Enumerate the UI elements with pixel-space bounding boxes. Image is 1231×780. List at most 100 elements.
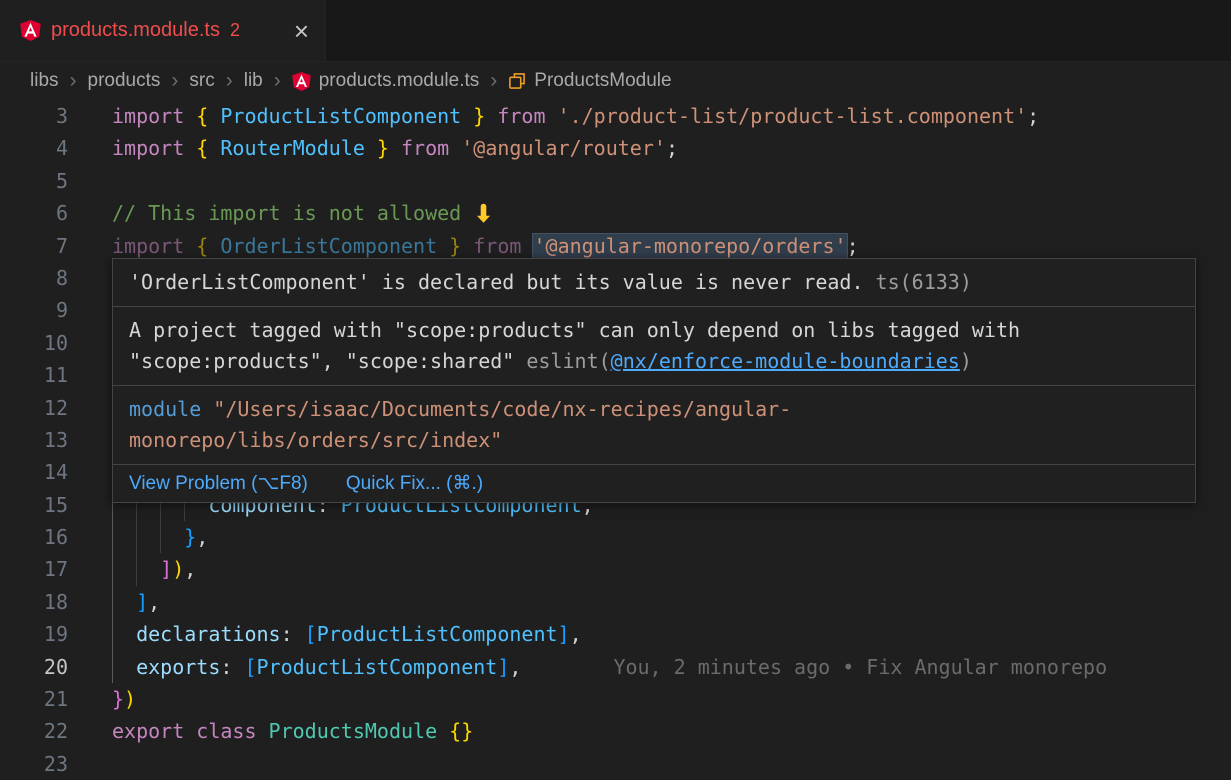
code-content[interactable]: import { RouterModule } from '@angular/r… xyxy=(96,132,1231,164)
code-token: ) xyxy=(172,557,184,581)
line-number: 8 xyxy=(0,262,96,294)
code-token: from xyxy=(497,104,557,128)
breadcrumb-item-symbol[interactable]: ProductsModule xyxy=(508,70,671,92)
code-content[interactable]: }) xyxy=(96,683,1231,715)
code-token: ProductListComponent xyxy=(220,104,461,128)
breadcrumb-item-libs[interactable]: libs xyxy=(30,70,59,92)
code-line: 20exports: [ProductListComponent],You, 2… xyxy=(0,651,1231,683)
code-content[interactable]: export class ProductsModule {} xyxy=(96,715,1231,747)
code-token: ProductsModule xyxy=(269,719,450,743)
line-number: 12 xyxy=(0,392,96,424)
line-number: 21 xyxy=(0,683,96,715)
line-number: 11 xyxy=(0,359,96,391)
chevron-right-icon: › xyxy=(70,69,77,93)
code-line: 5 xyxy=(0,165,1231,197)
breadcrumb-label: lib xyxy=(244,70,263,92)
code-token: ] xyxy=(160,557,172,581)
chevron-right-icon: › xyxy=(226,69,233,93)
tab-bar: products.module.ts 2 × xyxy=(0,0,1231,62)
code-line: 22export class ProductsModule {} xyxy=(0,715,1231,747)
line-number: 18 xyxy=(0,586,96,618)
code-token: , xyxy=(196,525,208,549)
code-content[interactable]: // This import is not allowed xyxy=(96,197,1231,229)
code-token: "/Users/isaac/Documents/code/nx-recipes/… xyxy=(213,397,791,421)
code-token: A project tagged with "scope:products" c… xyxy=(129,318,1020,342)
code-token: } xyxy=(461,104,497,128)
line-number: 5 xyxy=(0,165,96,197)
code-line: 4import { RouterModule } from '@angular/… xyxy=(0,132,1231,164)
close-icon[interactable]: × xyxy=(294,18,309,44)
code-token: { xyxy=(196,136,220,160)
view-problem-button[interactable]: View Problem (⌥F8) xyxy=(129,472,308,495)
code-token: import xyxy=(112,136,196,160)
code-line: 6// This import is not allowed xyxy=(0,197,1231,229)
line-number: 3 xyxy=(0,100,96,132)
code-content[interactable] xyxy=(96,748,1231,780)
code-token: './product-list/product-list.component' xyxy=(558,104,1028,128)
code-token: // This import is not allowed xyxy=(112,201,473,225)
code-line: 16}, xyxy=(0,521,1231,553)
code-token: module xyxy=(129,397,213,421)
indent-guides xyxy=(112,586,136,618)
hover-text-line: A project tagged with "scope:products" c… xyxy=(129,315,1179,346)
breadcrumb-label: ProductsModule xyxy=(534,70,671,92)
tab-title: products.module.ts xyxy=(51,19,220,42)
breadcrumb-label: products xyxy=(88,70,161,92)
code-token: } xyxy=(184,525,196,549)
code-token: from xyxy=(401,136,461,160)
breadcrumb-item-file[interactable]: products.module.ts xyxy=(292,70,480,92)
code-token: exports xyxy=(136,655,220,679)
code-token: { xyxy=(196,234,220,258)
code-token: from xyxy=(473,234,533,258)
code-token: ProductListComponent xyxy=(257,655,498,679)
breadcrumb-item-products[interactable]: products xyxy=(88,70,161,92)
code-content[interactable]: exports: [ProductListComponent],You, 2 m… xyxy=(96,651,1231,683)
line-number: 7 xyxy=(0,230,96,262)
module-boundaries-link[interactable]: @nx/enforce-module-boundaries xyxy=(611,349,960,373)
code-token: ProductListComponent xyxy=(317,622,558,646)
hover-text-line: 'OrderListComponent' is declared but its… xyxy=(129,267,1179,298)
line-number: 15 xyxy=(0,489,96,521)
breadcrumb-item-lib[interactable]: lib xyxy=(244,70,263,92)
code-content[interactable]: ], xyxy=(96,586,1231,618)
hover-text-line: module "/Users/isaac/Documents/code/nx-r… xyxy=(129,394,1179,425)
breadcrumb-label: libs xyxy=(30,70,59,92)
code-token: { xyxy=(196,104,220,128)
hover-error-popup: 'OrderListComponent' is declared but its… xyxy=(112,258,1196,503)
indent-guides xyxy=(112,651,136,683)
code-token: ts(6133) xyxy=(864,270,972,294)
code-token: class xyxy=(196,719,268,743)
code-token: RouterModule xyxy=(220,136,365,160)
hover-text-line: monorepo/libs/orders/src/index" xyxy=(129,425,1179,456)
code-token: : xyxy=(220,655,244,679)
indent-guides xyxy=(112,553,160,585)
code-token: , xyxy=(148,590,160,614)
line-number: 4 xyxy=(0,132,96,164)
code-token: '@angular/router' xyxy=(461,136,666,160)
code-content[interactable]: declarations: [ProductListComponent], xyxy=(96,618,1231,650)
code-token: [ xyxy=(305,622,317,646)
code-line: 19declarations: [ProductListComponent], xyxy=(0,618,1231,650)
hover-text-line: "scope:products", "scope:shared" eslint(… xyxy=(129,346,1179,377)
code-token: , xyxy=(184,557,196,581)
quick-fix-button[interactable]: Quick Fix... (⌘.) xyxy=(346,472,483,495)
code-line: 17]), xyxy=(0,553,1231,585)
code-content[interactable]: import { ProductListComponent } from './… xyxy=(96,100,1231,132)
chevron-right-icon: › xyxy=(274,69,281,93)
line-number: 22 xyxy=(0,715,96,747)
code-content[interactable]: }, xyxy=(96,521,1231,553)
line-number: 23 xyxy=(0,748,96,780)
code-content[interactable] xyxy=(96,165,1231,197)
breadcrumb-label: src xyxy=(189,70,214,92)
breadcrumb-item-src[interactable]: src xyxy=(189,70,214,92)
breadcrumb: libs›products›src›lib›products.module.ts… xyxy=(0,62,1231,100)
tab-products-module[interactable]: products.module.ts 2 × xyxy=(0,0,326,61)
line-number: 20 xyxy=(0,651,96,683)
line-number: 10 xyxy=(0,327,96,359)
code-content[interactable]: ]), xyxy=(96,553,1231,585)
indent-guides xyxy=(112,618,136,650)
line-number: 16 xyxy=(0,521,96,553)
code-token: import xyxy=(112,234,196,258)
code-token: ] xyxy=(497,655,509,679)
pointing-down-emoji xyxy=(473,201,494,225)
